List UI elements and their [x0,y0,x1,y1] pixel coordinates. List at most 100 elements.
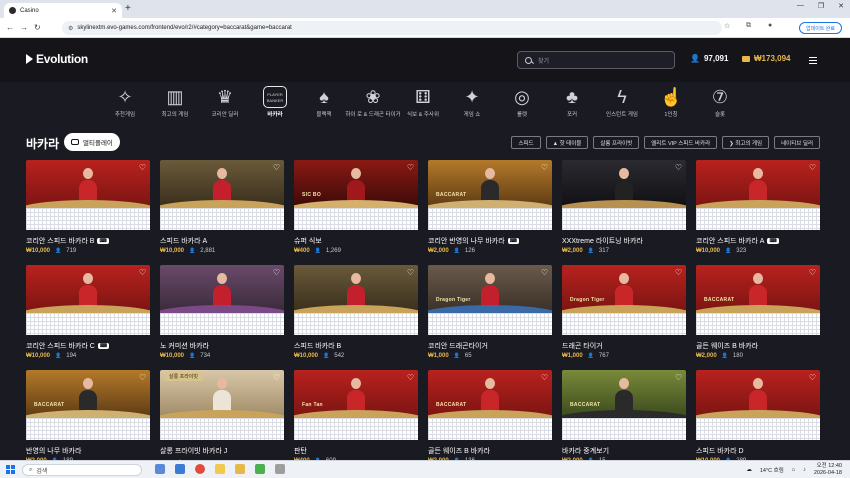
chrome-icon[interactable] [195,464,205,474]
game-tile[interactable]: BACCARAT ♡ 골든 웨이즈 B 바카라 ₩2,000 👤 180 [696,265,820,370]
favorite-heart-icon[interactable]: ♡ [273,163,280,172]
url-field[interactable]: ⚙ skylinextm.evo-games.com/frontend/evo/… [62,21,722,35]
app-icon[interactable] [235,464,245,474]
favorite-heart-icon[interactable]: ♡ [541,163,548,172]
clock[interactable]: 오전 12:40 2026-04-18 [814,463,842,476]
favorite-heart-icon[interactable]: ♡ [675,163,682,172]
game-thumbnail[interactable]: BACCARAT ♡ [562,370,686,418]
game-meta: ₩1,000 👤 767 [562,353,686,359]
favorite-heart-icon[interactable]: ♡ [273,268,280,277]
favorite-heart-icon[interactable]: ♡ [273,373,280,382]
favorite-heart-icon[interactable]: ♡ [139,268,146,277]
back-icon[interactable]: ← [6,23,14,32]
favorite-heart-icon[interactable]: ♡ [541,373,548,382]
game-thumbnail[interactable]: ♡ [160,265,284,313]
search-icon [525,56,532,64]
game-tile[interactable]: BACCARAT ♡ 코리안 반영의 나무 바카라 ⌨ ₩2,000 👤 126 [428,160,552,265]
reload-icon[interactable]: ↻ [34,23,41,32]
game-thumbnail[interactable]: ♡ [696,370,820,418]
favorite-heart-icon[interactable]: ♡ [809,268,816,277]
game-thumbnail[interactable]: ♡ [26,160,150,208]
game-thumbnail[interactable]: Dragon Tiger ♡ [562,265,686,313]
min-stake: ₩400 [294,248,310,254]
favorite-heart-icon[interactable]: ♡ [675,373,682,382]
game-name-row: 노 커미션 바카라 [160,341,284,351]
game-tile[interactable]: SIC BO ♡ 슈퍼 식보 ₩400 👤 1,269 [294,160,418,265]
game-thumbnail[interactable]: ♡ [696,160,820,208]
minimize-button[interactable]: — [797,2,804,10]
game-tile[interactable]: ♡ 스피드 바카라 A ₩10,000 👤 2,881 [160,160,284,265]
maximize-button[interactable]: ❐ [818,2,824,10]
browser-update-button[interactable]: 업데이트 완료 [799,22,842,34]
windows-start-icon[interactable] [6,465,15,474]
search-input[interactable]: 찾기 [517,51,675,69]
forward-icon[interactable]: → [20,23,28,32]
app-icon-3[interactable] [275,464,285,474]
site-info-icon[interactable]: ⚙ [68,25,73,32]
game-tile[interactable]: Dragon Tiger ♡ 드래곤 타이거 ₩1,000 👤 767 [562,265,686,370]
game-tile[interactable]: ♡ 코리안 스피드 바카라 C ⌨ ₩10,000 👤 194 [26,265,150,370]
filter-button-2[interactable]: 살롱 프라이빗 [593,136,640,149]
game-name: 코리안 드래곤타이거 [428,343,488,350]
network-icon[interactable]: ⌂ [792,467,795,473]
balance[interactable]: ₩173,094 [742,54,790,63]
game-thumbnail[interactable]: Fan Tan ♡ [294,370,418,418]
filter-button-5[interactable]: 네이티브 딜러 [774,136,820,149]
filter-button-0[interactable]: 스피드 [511,136,541,149]
player-count-icon: 👤 [725,248,732,254]
game-thumbnail[interactable]: ♡ [562,160,686,208]
game-thumbnail[interactable]: BACCARAT ♡ [428,160,552,208]
windows-taskbar: ⌕ 검색 ☁ 14°C 흐림 ⌂ ♪ 오전 12:40 2026-04-18 [0,460,850,478]
game-tile[interactable]: Dragon Tiger ♡ 코리안 드래곤타이거 ₩1,000 👤 65 [428,265,552,370]
favorite-heart-icon[interactable]: ♡ [809,373,816,382]
game-tile[interactable]: ♡ 코리안 스피드 바카라 B ⌨ ₩10,000 👤 719 [26,160,150,265]
profile-icon[interactable]: ● [768,22,772,29]
volume-icon[interactable]: ♪ [803,467,806,473]
game-thumbnail[interactable]: 살롱 프라이빗 ♡ [160,370,284,418]
favorite-heart-icon[interactable]: ♡ [675,268,682,277]
favorite-heart-icon[interactable]: ♡ [407,268,414,277]
close-window-button[interactable]: ✕ [838,2,844,10]
extensions-icon[interactable]: ⧉ [746,22,751,30]
favorite-heart-icon[interactable]: ♡ [809,163,816,172]
filter-button-3[interactable]: 엘리트 VIP 스피드 바카라 [644,136,718,149]
game-meta: ₩2,000 👤 180 [696,353,820,359]
category-icon: ⚅ [415,87,431,107]
favorite-heart-icon[interactable]: ♡ [139,373,146,382]
bookmark-star-icon[interactable]: ☆ [724,22,730,30]
category-12[interactable]: ⑦ 슬롯 [690,86,750,119]
folder-icon[interactable] [215,464,225,474]
table-logo: BACCARAT [570,402,601,408]
game-tile[interactable]: ♡ 노 커미션 바카라 ₩10,000 👤 734 [160,265,284,370]
file-explorer-icon[interactable] [175,464,185,474]
multiplay-button[interactable]: 멀티플레이 [64,133,120,151]
game-name: 반영의 나무 바카라 [26,448,82,455]
filter-button-1[interactable]: ▲ 핫 테이블 [545,136,589,149]
game-thumbnail[interactable]: Dragon Tiger ♡ [428,265,552,313]
tab-close-icon[interactable]: ✕ [111,7,117,15]
player-count: 767 [598,353,609,359]
game-thumbnail[interactable]: SIC BO ♡ [294,160,418,208]
app-icon-2[interactable] [255,464,265,474]
game-tile[interactable]: ♡ XXXtreme 라이트닝 바카라 ₩2,000 👤 317 [562,160,686,265]
favorite-heart-icon[interactable]: ♡ [541,268,548,277]
favorite-heart-icon[interactable]: ♡ [139,163,146,172]
game-thumbnail[interactable]: ♡ [26,265,150,313]
new-tab-button[interactable]: + [125,3,131,15]
score-roadmap [294,208,418,230]
game-thumbnail[interactable]: BACCARAT ♡ [428,370,552,418]
favorite-heart-icon[interactable]: ♡ [407,373,414,382]
game-thumbnail[interactable]: ♡ [160,160,284,208]
hamburger-menu-icon[interactable] [809,57,817,66]
evolution-logo[interactable]: Evolution [26,52,88,66]
game-tile[interactable]: ♡ 스피드 바카라 B ₩10,000 👤 542 [294,265,418,370]
task-view-icon[interactable] [155,464,165,474]
taskbar-search[interactable]: ⌕ 검색 [22,464,142,476]
game-thumbnail[interactable]: BACCARAT ♡ [696,265,820,313]
game-tile[interactable]: ♡ 코리안 스피드 바카라 A ⌨ ₩10,000 👤 323 [696,160,820,265]
browser-tab[interactable]: Casino ✕ [4,3,122,18]
game-thumbnail[interactable]: ♡ [294,265,418,313]
game-thumbnail[interactable]: BACCARAT ♡ [26,370,150,418]
favorite-heart-icon[interactable]: ♡ [407,163,414,172]
filter-button-4[interactable]: ❯ 최고의 게임 [722,136,770,149]
